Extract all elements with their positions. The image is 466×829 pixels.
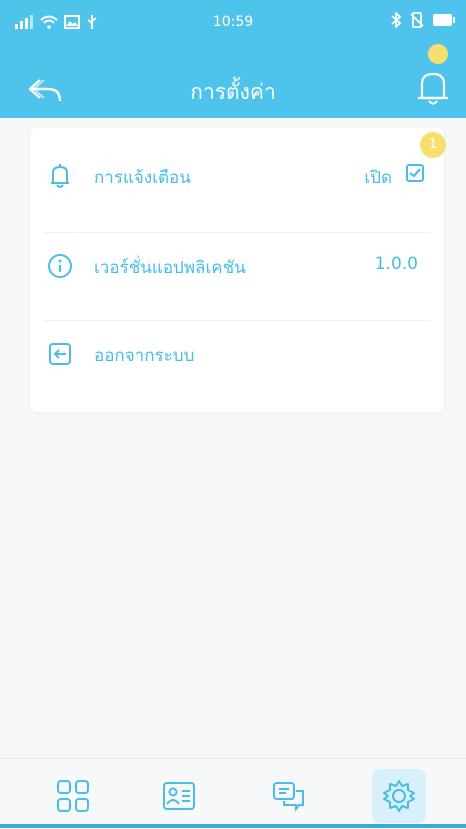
notification-bell-button[interactable] — [410, 64, 456, 110]
status-bar: 10:59 — [0, 0, 466, 40]
vibrate-icon — [410, 12, 424, 28]
bell-icon — [51, 164, 69, 188]
check-icon — [409, 168, 421, 178]
bottom-tab-bar — [0, 758, 466, 829]
tab-menu[interactable] — [46, 769, 100, 823]
page-title: การตั้งค่า — [190, 80, 276, 104]
bluetooth-icon — [391, 12, 402, 28]
battery-icon — [433, 14, 455, 26]
notification-count-badge: 1 — [420, 132, 446, 158]
info-icon — [48, 254, 72, 278]
version-label: เวอร์ชั่นแอปพลิเคชัน — [94, 258, 246, 278]
logout-row[interactable]: ออกจากระบบ — [30, 306, 444, 396]
version-value: 1.0.0 — [374, 254, 418, 274]
settings-card: การแจ้งเตือน เปิด เวอร์ชั่นแอปพลิเคชัน 1… — [30, 128, 444, 412]
logout-label: ออกจากระบบ — [94, 346, 195, 366]
chat-icon — [273, 782, 304, 812]
gear-icon — [383, 780, 415, 812]
bell-icon — [418, 72, 448, 105]
notification-value: เปิด — [364, 168, 392, 188]
tab-settings[interactable] — [372, 769, 426, 823]
version-row: เวอร์ชั่นแอปพลิเคชัน 1.0.0 — [30, 218, 444, 308]
grid-icon — [57, 780, 89, 812]
title-bar: การตั้งค่า — [0, 70, 466, 110]
bottom-edge — [0, 824, 466, 828]
logout-icon — [49, 343, 71, 365]
notification-checkbox[interactable] — [406, 164, 424, 182]
notification-row[interactable]: การแจ้งเตือน เปิด — [30, 128, 444, 218]
tab-messages[interactable] — [262, 769, 316, 823]
notification-dot — [428, 44, 448, 64]
contact-card-icon — [163, 782, 195, 810]
status-right — [390, 12, 456, 28]
app-header: 10:59 การตั้งค่า — [0, 0, 466, 118]
tab-profile[interactable] — [152, 769, 206, 823]
notification-label: การแจ้งเตือน — [94, 168, 191, 188]
